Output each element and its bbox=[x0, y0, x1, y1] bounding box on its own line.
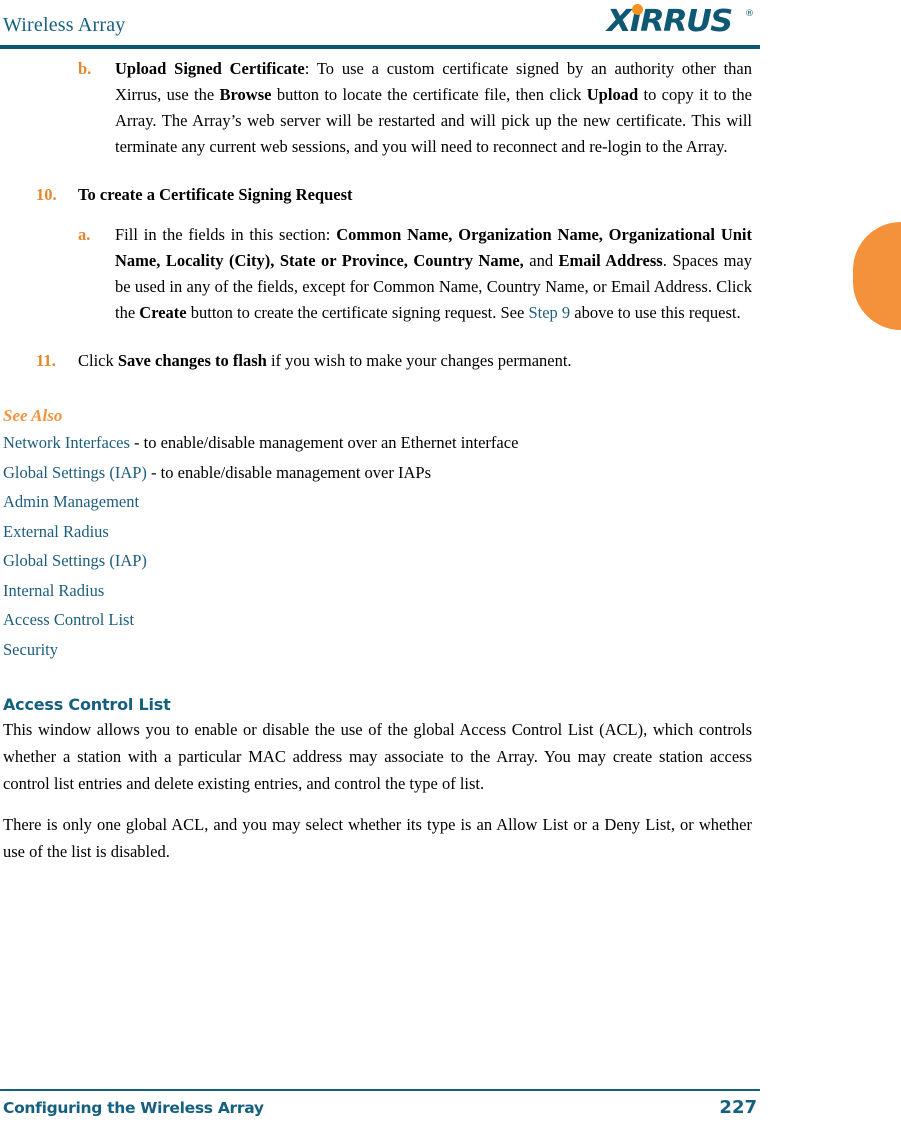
section-paragraph: This window allows you to enable or disa… bbox=[3, 720, 752, 793]
see-also-description: - to enable/disable management over IAPs bbox=[146, 462, 431, 482]
see-also-item: Global Settings (IAP) - to enable/disabl… bbox=[3, 458, 790, 488]
see-also-item: Access Control List bbox=[3, 605, 790, 635]
see-also-link[interactable]: Global Settings (IAP) bbox=[3, 463, 147, 482]
body-text: above to use this request. bbox=[570, 303, 741, 322]
cross-reference-link[interactable]: Step 9 bbox=[528, 303, 570, 322]
emphasis-text: Save changes to flash bbox=[117, 351, 267, 370]
emphasis-text: Upload Signed Certificate bbox=[115, 59, 305, 78]
see-also-item: External Radius bbox=[3, 517, 790, 547]
list-item: a. Fill in the fields in this section: C… bbox=[0, 222, 790, 326]
see-also-link[interactable]: Admin Management bbox=[3, 492, 139, 511]
section-heading: Access Control List bbox=[3, 695, 171, 714]
list-marker: a. bbox=[78, 225, 91, 244]
see-also-link[interactable]: Global Settings (IAP) bbox=[3, 551, 147, 570]
footer-divider-rule bbox=[0, 1089, 760, 1091]
body-text: and bbox=[523, 251, 559, 270]
see-also-link[interactable]: Internal Radius bbox=[3, 581, 104, 600]
section-paragraph: There is only one global ACL, and you ma… bbox=[3, 815, 752, 861]
body-text: button to create the certificate signing… bbox=[186, 303, 529, 322]
logo-orange-dot-icon bbox=[632, 4, 643, 15]
see-also-link[interactable]: External Radius bbox=[3, 522, 109, 541]
see-also-item: Global Settings (IAP) bbox=[3, 546, 790, 576]
body-text: if you wish to make your changes permane… bbox=[266, 351, 572, 370]
see-also-heading: See Also bbox=[3, 406, 63, 425]
list-item-text: To create a Certificate Signing Request bbox=[78, 182, 752, 208]
footer-chapter-label: Configuring the Wireless Array bbox=[3, 1099, 264, 1117]
logo-wordmark: XIRRUS bbox=[607, 4, 733, 39]
see-also-list: Network Interfaces - to enable/disable m… bbox=[3, 428, 790, 664]
emphasis-text: Email Address bbox=[558, 251, 663, 270]
list-item: b. Upload Signed Certificate: To use a c… bbox=[0, 56, 790, 160]
see-also-link[interactable]: Network Interfaces bbox=[3, 433, 130, 452]
xirrus-logo: XIRRUS ® bbox=[607, 4, 767, 42]
list-item-text: Click Save changes to flash if you wish … bbox=[78, 348, 752, 374]
body-text: Click bbox=[78, 351, 118, 370]
list-marker: b. bbox=[78, 59, 92, 78]
list-item-text: Upload Signed Certificate: To use a cust… bbox=[115, 56, 752, 160]
see-also-item: Admin Management bbox=[3, 487, 790, 517]
list-item: 11. Click Save changes to flash if you w… bbox=[0, 348, 790, 374]
see-also-item: Internal Radius bbox=[3, 576, 790, 606]
page-footer: Configuring the Wireless Array 227 bbox=[0, 1089, 901, 1137]
list-item: 10. To create a Certificate Signing Requ… bbox=[0, 182, 790, 208]
page-content: b. Upload Signed Certificate: To use a c… bbox=[0, 56, 790, 865]
header-divider-rule bbox=[0, 45, 760, 49]
see-also-item: Security bbox=[3, 635, 790, 665]
list-item-text: Fill in the fields in this section: Comm… bbox=[115, 222, 752, 326]
see-also-item: Network Interfaces - to enable/disable m… bbox=[3, 428, 790, 458]
see-also-link[interactable]: Security bbox=[3, 640, 58, 659]
list-marker: 10. bbox=[36, 185, 57, 204]
emphasis-text: Create bbox=[139, 303, 187, 322]
emphasis-text: Upload bbox=[586, 85, 639, 104]
chapter-thumb-tab bbox=[853, 222, 901, 330]
emphasis-text: To create a Certificate Signing Request bbox=[78, 185, 353, 204]
list-marker: 11. bbox=[36, 351, 56, 370]
page-header: Wireless Array XIRRUS ® bbox=[0, 0, 901, 50]
see-also-link[interactable]: Access Control List bbox=[3, 610, 134, 629]
emphasis-text: Browse bbox=[219, 85, 272, 104]
body-text: button to locate the certificate file, t… bbox=[271, 85, 587, 104]
page-header-title: Wireless Array bbox=[3, 14, 126, 36]
body-text: Fill in the fields in this section: bbox=[115, 225, 337, 244]
see-also-description: - to enable/disable management over an E… bbox=[129, 433, 519, 452]
footer-page-number: 227 bbox=[719, 1097, 757, 1118]
logo-registered-mark: ® bbox=[745, 9, 754, 19]
